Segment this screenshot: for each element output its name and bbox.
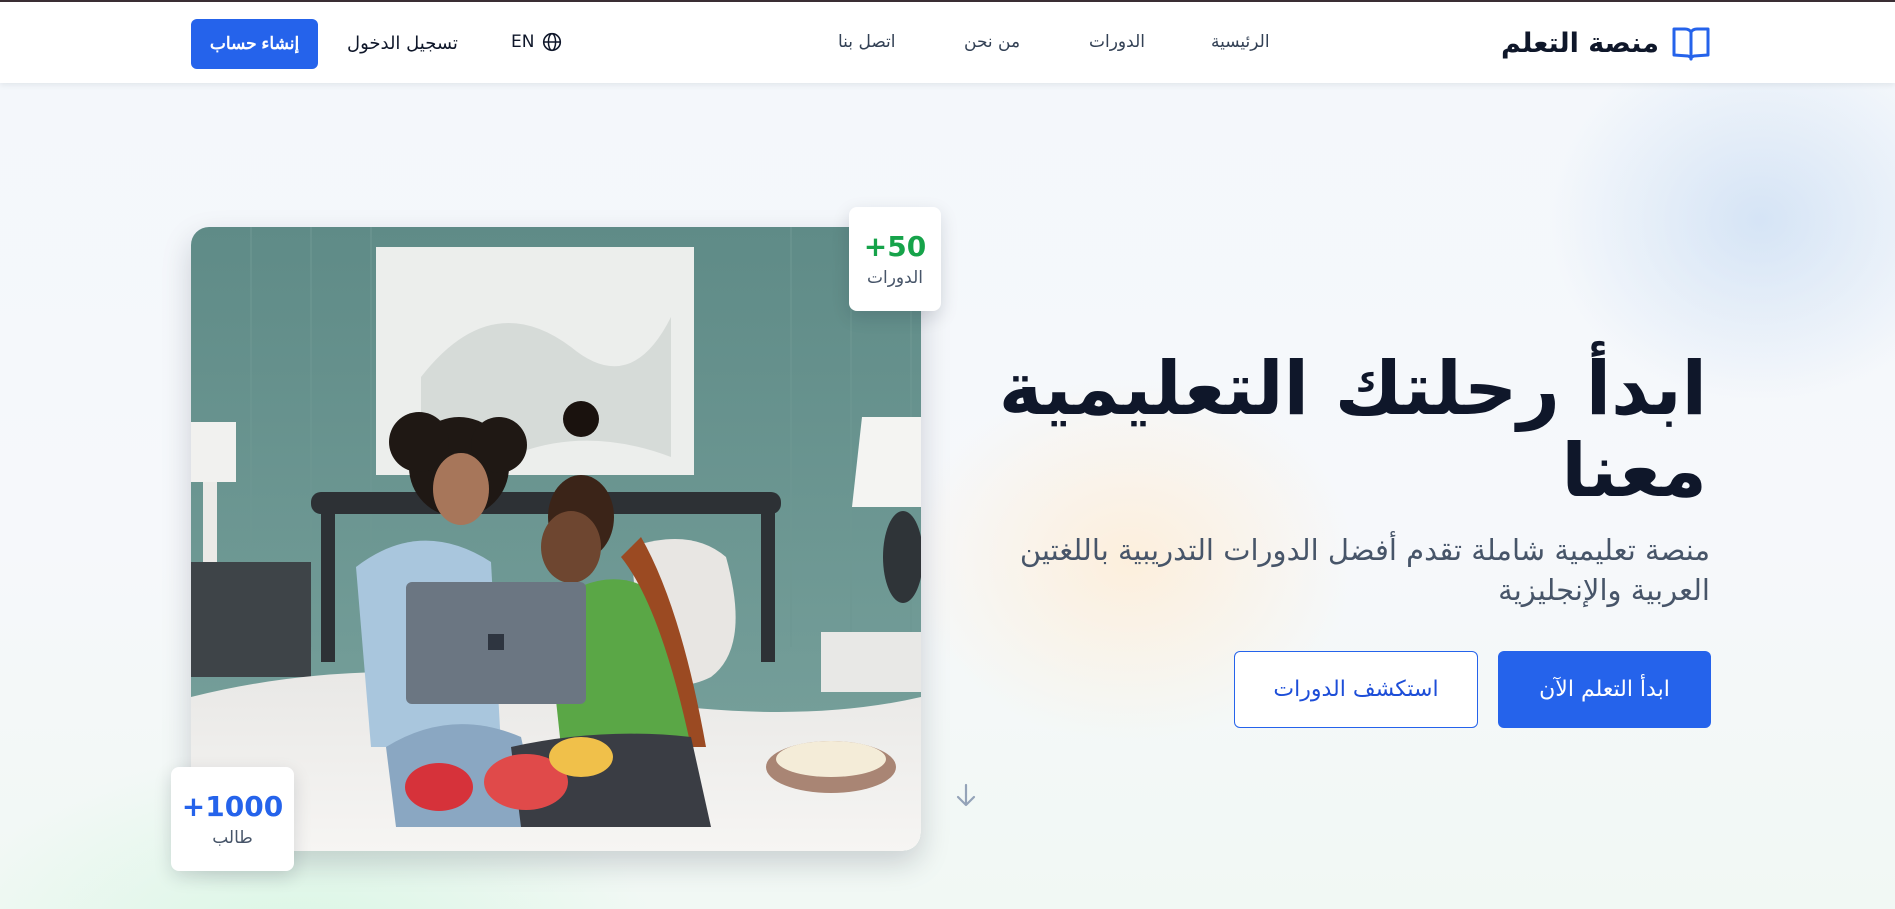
explore-courses-button[interactable]: استكشف الدورات	[1234, 651, 1478, 728]
hero-photo-illustration	[191, 227, 921, 851]
brand-name: منصة التعلم	[1501, 27, 1659, 59]
language-switcher[interactable]: EN	[511, 32, 562, 52]
arrow-down-icon[interactable]	[955, 782, 977, 808]
nav-link-courses[interactable]: الدورات	[1089, 32, 1145, 52]
courses-stat-value: +50	[863, 230, 927, 263]
students-stat-label: طالب	[212, 828, 253, 848]
courses-stat-card: +50 الدورات	[849, 207, 941, 311]
globe-icon	[543, 32, 562, 52]
signup-button[interactable]: إنشاء حساب	[191, 19, 318, 69]
hero-title-line-1: ابدأ رحلتك التعليمية	[998, 346, 1707, 432]
login-link[interactable]: تسجيل الدخول	[347, 33, 458, 54]
nav-link-about[interactable]: من نحن	[964, 32, 1020, 52]
hero-image	[191, 227, 921, 851]
students-stat-value: +1000	[181, 790, 284, 823]
courses-stat-label: الدورات	[867, 268, 923, 288]
brand-logo-link[interactable]: منصة التعلم	[1501, 22, 1711, 64]
nav-link-home[interactable]: الرئيسية	[1211, 32, 1270, 52]
start-learning-button[interactable]: ابدأ التعلم الآن	[1498, 651, 1711, 728]
students-stat-card: +1000 طالب	[171, 767, 294, 871]
navbar: منصة التعلم الرئيسية الدورات من نحن اتصل…	[0, 2, 1895, 83]
hero-subtitle-line-2: العربية والإنجليزية	[1498, 573, 1710, 607]
hero-subtitle-line-1: منصة تعليمية شاملة تقدم أفضل الدورات الت…	[1019, 533, 1710, 567]
hero-title: ابدأ رحلتك التعليمية معنا	[947, 348, 1707, 512]
open-book-icon	[1672, 27, 1710, 61]
hero-subtitle: منصة تعليمية شاملة تقدم أفضل الدورات الت…	[910, 530, 1710, 610]
language-label: EN	[511, 32, 535, 52]
nav-link-contact[interactable]: اتصل بنا	[838, 32, 896, 52]
hero-title-line-2: معنا	[1561, 428, 1707, 514]
